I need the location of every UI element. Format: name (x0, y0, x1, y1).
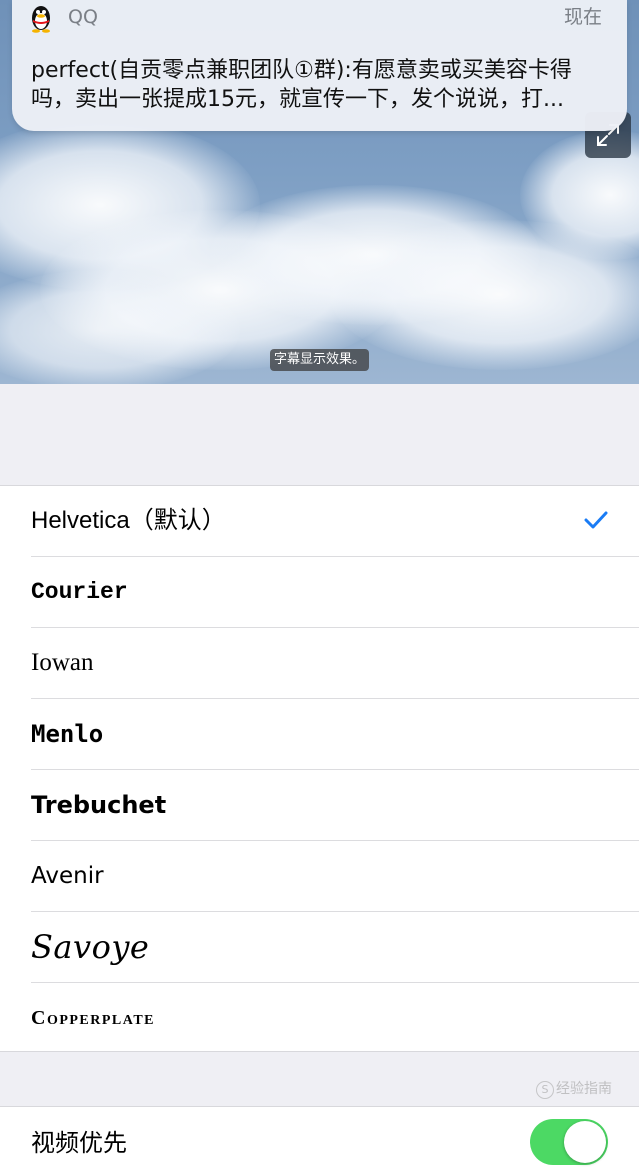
font-option-copperplate[interactable]: Copperplate (0, 983, 639, 1054)
checkmark-icon (584, 511, 608, 529)
watermark-logo-icon: S (536, 1081, 554, 1099)
notification-time: 现在 (563, 6, 602, 28)
font-option-menlo[interactable]: Menlo (0, 699, 639, 770)
font-option-helvetica[interactable]: Helvetica（默认） (0, 486, 639, 557)
font-option-label: Trebuchet (31, 791, 167, 819)
font-option-savoye[interactable]: Savoye (0, 912, 639, 983)
font-option-label: Courier (31, 579, 128, 605)
subtitle-sample: 字幕显示效果。 (270, 349, 370, 371)
notification-app-name: QQ (68, 6, 98, 28)
toggle-knob (564, 1121, 606, 1163)
font-option-label: Helvetica（默认） (31, 507, 226, 534)
font-option-label: Avenir (31, 863, 104, 889)
font-option-iowan[interactable]: Iowan (0, 628, 639, 699)
font-option-avenir[interactable]: Avenir (0, 841, 639, 912)
notification-message: perfect(自贡零点兼职团队①群):有愿意卖或买美容卡得吗，卖出一张提成15… (31, 58, 572, 112)
font-option-label: Iowan (31, 649, 94, 676)
watermark: S 经验指南 (536, 1078, 612, 1099)
video-priority-toggle[interactable] (530, 1119, 608, 1165)
font-option-courier[interactable]: Courier (0, 557, 639, 628)
video-priority-label: 视频优先 (31, 1129, 127, 1157)
font-option-label: Copperplate (31, 1007, 156, 1029)
notification-header: QQ 现在 (12, 0, 627, 40)
watermark-text: 经验指南 (556, 1081, 612, 1097)
font-option-label: Savoye (31, 928, 150, 966)
video-priority-row: 视频优先 (0, 1106, 639, 1167)
font-option-label: Menlo (31, 720, 104, 748)
qq-notification-banner[interactable]: QQ 现在 perfect(自贡零点兼职团队①群):有愿意卖或买美容卡得吗，卖出… (12, 0, 627, 131)
qq-penguin-icon (32, 6, 50, 33)
font-list: Helvetica（默认） Courier Iowan Menlo Trebuc… (0, 485, 639, 1052)
font-option-trebuchet[interactable]: Trebuchet (0, 770, 639, 841)
